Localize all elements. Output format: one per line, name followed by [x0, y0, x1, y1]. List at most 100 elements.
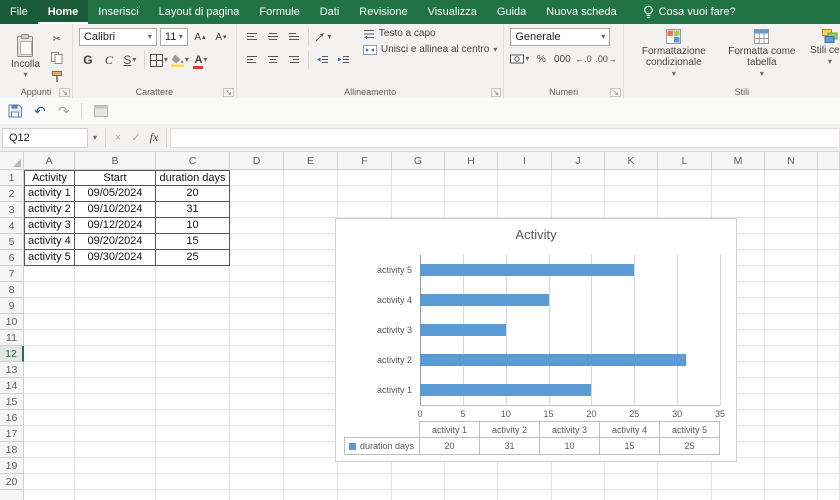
cell[interactable]: [156, 266, 230, 282]
cell[interactable]: [445, 490, 498, 500]
cell[interactable]: [284, 298, 338, 314]
cell-styles-button[interactable]: Stili cella ▾: [806, 28, 840, 67]
cell[interactable]: [765, 474, 818, 490]
tab-revisione[interactable]: Revisione: [349, 0, 417, 24]
cut-button[interactable]: ✂: [48, 31, 66, 47]
table-data-cell[interactable]: 25: [156, 250, 230, 266]
cell[interactable]: [605, 170, 658, 186]
row-header-3[interactable]: 3: [0, 202, 24, 218]
cell[interactable]: [284, 474, 338, 490]
fill-color-button[interactable]: ▾: [171, 52, 189, 68]
cell[interactable]: [658, 170, 712, 186]
number-format-combo[interactable]: Generale ▾: [510, 28, 610, 46]
cell[interactable]: [230, 234, 284, 250]
cell[interactable]: [658, 490, 712, 500]
cell[interactable]: [284, 170, 338, 186]
cell[interactable]: [24, 330, 75, 346]
format-as-table-button[interactable]: Formatta come tabella ▾: [724, 28, 800, 79]
cell[interactable]: [338, 490, 392, 500]
cell[interactable]: [818, 250, 840, 266]
cell[interactable]: [75, 442, 156, 458]
merge-center-button[interactable]: Unisci e allinea al centro ▾: [363, 44, 497, 55]
table-header-cell[interactable]: Activity: [24, 170, 75, 186]
cell[interactable]: [230, 218, 284, 234]
cell[interactable]: [24, 442, 75, 458]
cell[interactable]: [765, 266, 818, 282]
cell[interactable]: [498, 186, 552, 202]
cell[interactable]: [818, 170, 840, 186]
cell[interactable]: [765, 186, 818, 202]
cell[interactable]: [284, 442, 338, 458]
cell[interactable]: [230, 186, 284, 202]
table-data-cell[interactable]: 09/05/2024: [75, 186, 156, 202]
cell[interactable]: [818, 282, 840, 298]
column-header-A[interactable]: A: [24, 152, 75, 170]
row-header-11[interactable]: 11: [0, 330, 24, 346]
cell[interactable]: [818, 394, 840, 410]
font-name-combo[interactable]: Calibri ▾: [79, 28, 157, 46]
font-dialog-launcher[interactable]: ↘: [223, 88, 234, 97]
underline-button[interactable]: S ▾: [121, 52, 139, 68]
tab-dati[interactable]: Dati: [310, 0, 350, 24]
row-header-15[interactable]: 15: [0, 394, 24, 410]
cell[interactable]: [156, 394, 230, 410]
align-top-button[interactable]: [243, 29, 261, 45]
cell[interactable]: [75, 410, 156, 426]
cell[interactable]: [230, 282, 284, 298]
column-header-I[interactable]: I: [498, 152, 552, 170]
increase-font-button[interactable]: A▴: [191, 29, 209, 45]
cell[interactable]: [765, 234, 818, 250]
column-header-L[interactable]: L: [658, 152, 712, 170]
cell[interactable]: [24, 266, 75, 282]
name-box-dropdown[interactable]: ▾: [88, 133, 102, 142]
orientation-button[interactable]: ▾: [314, 29, 332, 45]
row-header-4[interactable]: 4: [0, 218, 24, 234]
cell[interactable]: [765, 330, 818, 346]
cell[interactable]: [75, 378, 156, 394]
cell[interactable]: [156, 346, 230, 362]
cell[interactable]: [658, 202, 712, 218]
cell[interactable]: [75, 394, 156, 410]
cell[interactable]: [818, 314, 840, 330]
cell[interactable]: [818, 186, 840, 202]
clipboard-dialog-launcher[interactable]: ↘: [59, 88, 70, 97]
font-color-button[interactable]: A ▾: [192, 52, 210, 68]
table-data-cell[interactable]: activity 3: [24, 218, 75, 234]
cell[interactable]: [75, 266, 156, 282]
cell[interactable]: [498, 202, 552, 218]
cell[interactable]: [552, 490, 605, 500]
cell[interactable]: [75, 458, 156, 474]
paste-button[interactable]: Incolla ▾: [6, 28, 45, 85]
cell[interactable]: [765, 458, 818, 474]
cell[interactable]: [552, 202, 605, 218]
table-data-cell[interactable]: 31: [156, 202, 230, 218]
cell[interactable]: [156, 378, 230, 394]
align-middle-button[interactable]: [264, 29, 282, 45]
align-bottom-button[interactable]: [285, 29, 303, 45]
cell[interactable]: [712, 170, 765, 186]
column-header-N[interactable]: N: [765, 152, 818, 170]
row-header-14[interactable]: 14: [0, 378, 24, 394]
cell[interactable]: [230, 298, 284, 314]
cell[interactable]: [818, 426, 840, 442]
cell[interactable]: [24, 410, 75, 426]
cell[interactable]: [24, 458, 75, 474]
row-header-1[interactable]: 1: [0, 170, 24, 186]
cell[interactable]: [498, 170, 552, 186]
cell[interactable]: [230, 314, 284, 330]
cell[interactable]: [156, 490, 230, 500]
name-box[interactable]: Q12: [2, 128, 88, 148]
cell[interactable]: [658, 186, 712, 202]
cell[interactable]: [284, 186, 338, 202]
cell[interactable]: [765, 378, 818, 394]
cell[interactable]: [338, 474, 392, 490]
cell[interactable]: [712, 474, 765, 490]
tab-file[interactable]: File: [0, 0, 38, 24]
cell[interactable]: [284, 394, 338, 410]
cell[interactable]: [24, 314, 75, 330]
row-header-19[interactable]: 19: [0, 458, 24, 474]
tab-inserisci[interactable]: Inserisci: [88, 0, 148, 24]
cell[interactable]: [818, 298, 840, 314]
cell[interactable]: [75, 474, 156, 490]
borders-button[interactable]: ▾: [150, 52, 168, 68]
